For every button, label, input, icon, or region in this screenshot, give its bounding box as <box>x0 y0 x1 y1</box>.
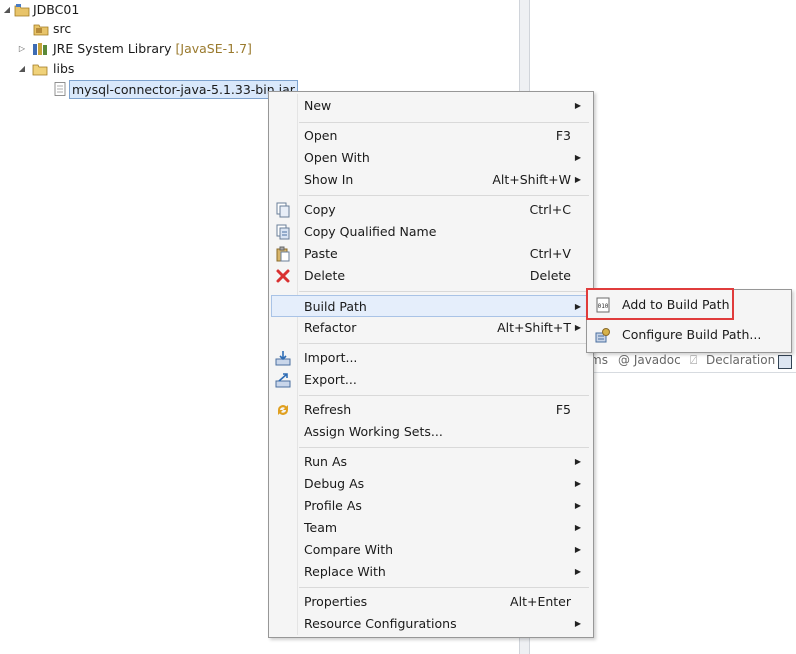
submenu-arrow-icon: ▶ <box>574 302 581 311</box>
copy-icon <box>276 202 290 218</box>
menu-item-refresh[interactable]: Refresh F5 <box>271 399 591 421</box>
menu-item-open-with[interactable]: Open With ▶ <box>271 147 591 169</box>
java-project-icon <box>14 4 30 17</box>
tree-item-jre[interactable]: ▷ JRE System Library [JavaSE-1.7] <box>0 39 300 59</box>
menu-item-team[interactable]: Team ▶ <box>271 517 591 539</box>
project-name: JDBC01 <box>33 2 80 17</box>
configure-build-path-icon <box>595 328 610 343</box>
libs-label: libs <box>53 61 75 76</box>
submenu-arrow-icon: ▶ <box>574 457 581 466</box>
submenu-arrow-icon: ▶ <box>574 567 581 576</box>
menu-item-resource-configurations[interactable]: Resource Configurations ▶ <box>271 613 591 635</box>
jar-file-icon <box>54 82 66 96</box>
menu-item-properties[interactable]: Properties Alt+Enter <box>271 591 591 613</box>
menu-item-export[interactable]: Export... <box>271 369 591 391</box>
context-menu: New ▶ Open F3 Open With ▶ Show In Alt+Sh… <box>268 91 594 638</box>
menu-item-build-path[interactable]: Build Path ▶ <box>271 295 591 317</box>
menu-separator <box>299 343 589 344</box>
tree-item-libs[interactable]: ◢ libs <box>0 59 200 79</box>
expand-arrow-icon[interactable]: ▷ <box>17 39 27 59</box>
tree-item-jar[interactable]: mysql-connector-java-5.1.33-bin.jar <box>0 79 300 99</box>
menu-item-delete[interactable]: Delete Delete <box>271 265 591 287</box>
delete-icon <box>276 269 290 283</box>
tree-item-src[interactable]: src <box>0 19 200 39</box>
tab-javadoc[interactable]: @ Javadoc <box>618 353 681 367</box>
export-icon <box>275 373 291 388</box>
source-folder-icon <box>33 24 49 36</box>
copy-qualified-name-icon <box>276 224 290 240</box>
menu-item-show-in[interactable]: Show In Alt+Shift+W ▶ <box>271 169 591 191</box>
submenu-arrow-icon: ▶ <box>574 523 581 532</box>
menu-item-new[interactable]: New ▶ <box>271 95 591 117</box>
submenu-arrow-icon: ▶ <box>574 175 581 184</box>
menu-item-run-as[interactable]: Run As ▶ <box>271 451 591 473</box>
submenu-arrow-icon: ▶ <box>574 619 581 628</box>
menu-item-compare-with[interactable]: Compare With ▶ <box>271 539 591 561</box>
submenu-arrow-icon: ▶ <box>574 479 581 488</box>
menu-item-copy[interactable]: Copy Ctrl+C <box>271 199 591 221</box>
menu-item-copy-qualified-name[interactable]: Copy Qualified Name <box>271 221 591 243</box>
menu-separator <box>299 291 589 292</box>
menu-item-assign-working-sets[interactable]: Assign Working Sets... <box>271 421 591 443</box>
collapse-arrow-icon[interactable]: ◢ <box>17 59 27 79</box>
library-icon <box>33 43 47 55</box>
tree-item-project[interactable]: ◢ JDBC01 <box>0 0 200 20</box>
submenu-arrow-icon: ▶ <box>574 545 581 554</box>
jar-label: mysql-connector-java-5.1.33-bin.jar <box>69 80 298 99</box>
menu-item-replace-with[interactable]: Replace With ▶ <box>271 561 591 583</box>
declaration-icon: ⍁ <box>690 353 698 367</box>
refresh-icon <box>278 405 288 415</box>
menu-item-refactor[interactable]: Refactor Alt+Shift+T ▶ <box>271 317 591 339</box>
src-label: src <box>53 21 72 36</box>
highlight-box <box>586 288 734 320</box>
menu-item-profile-as[interactable]: Profile As ▶ <box>271 495 591 517</box>
submenu-arrow-icon: ▶ <box>574 323 581 332</box>
jre-label: JRE System Library <box>53 41 172 56</box>
submenu-arrow-icon: ▶ <box>574 101 581 110</box>
menu-separator <box>299 195 589 196</box>
submenu-arrow-icon: ▶ <box>574 501 581 510</box>
tab-declaration[interactable]: Declaration <box>706 353 775 367</box>
submenu-arrow-icon: ▶ <box>574 153 581 162</box>
menu-separator <box>299 395 589 396</box>
menu-separator <box>299 587 589 588</box>
paste-icon <box>276 246 290 262</box>
jre-version-decoration: [JavaSE-1.7] <box>175 41 252 56</box>
menu-item-open[interactable]: Open F3 <box>271 125 591 147</box>
menu-item-debug-as[interactable]: Debug As ▶ <box>271 473 591 495</box>
menu-item-paste[interactable]: Paste Ctrl+V <box>271 243 591 265</box>
submenu-item-configure-build-path[interactable]: Configure Build Path... <box>589 323 789 347</box>
import-icon <box>275 351 291 366</box>
menu-separator <box>299 122 589 123</box>
menu-item-import[interactable]: Import... <box>271 347 591 369</box>
collapse-arrow-icon[interactable]: ◢ <box>2 0 12 20</box>
console-icon[interactable] <box>778 355 792 369</box>
menu-separator <box>299 447 589 448</box>
folder-open-icon <box>32 64 48 76</box>
